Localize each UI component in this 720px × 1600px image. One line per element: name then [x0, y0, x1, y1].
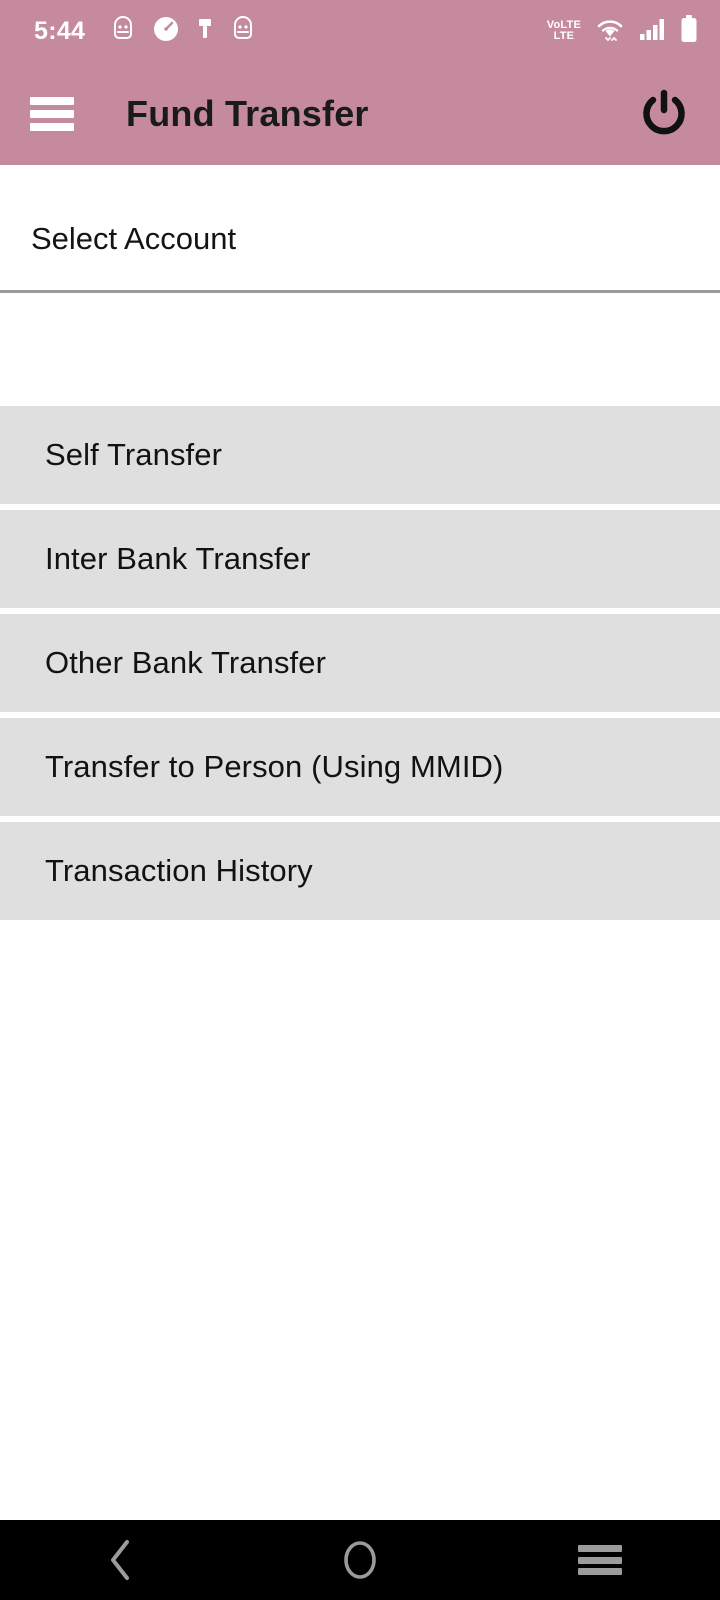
- app-notification-icon: [231, 15, 255, 47]
- wifi-icon: [594, 16, 626, 47]
- hamburger-bar: [30, 96, 74, 105]
- page-title: Fund Transfer: [126, 92, 369, 134]
- list-item-self-transfer[interactable]: Self Transfer: [0, 406, 720, 504]
- home-circle-icon[interactable]: [300, 1520, 420, 1600]
- empty-content-area: [0, 920, 720, 1520]
- back-chevron-icon[interactable]: [60, 1520, 180, 1600]
- hamburger-bar: [30, 122, 74, 131]
- app-bar: Fund Transfer: [0, 62, 720, 165]
- recents-bar: [578, 1545, 622, 1552]
- hamburger-bar: [30, 109, 74, 118]
- recents-icon[interactable]: [540, 1520, 660, 1600]
- app-notification-icon: [111, 15, 135, 47]
- recents-icon-bars: [578, 1545, 622, 1575]
- status-bar-clock: 5:44: [34, 16, 86, 45]
- speedometer-icon: [153, 16, 179, 47]
- list-item-other-bank-transfer[interactable]: Other Bank Transfer: [0, 614, 720, 712]
- android-navigation-bar: [0, 1520, 720, 1600]
- status-bar-system-icons: VoLTE LTE: [547, 14, 698, 48]
- status-bar: 5:44 VoLTE LTE: [0, 0, 720, 62]
- list-item-transaction-history[interactable]: Transaction History: [0, 822, 720, 920]
- content-spacer: [0, 293, 720, 406]
- transfer-options-list: Self Transfer Inter Bank Transfer Other …: [0, 406, 720, 920]
- list-item-label: Self Transfer: [45, 437, 223, 472]
- list-item-label: Other Bank Transfer: [45, 645, 327, 680]
- recents-bar: [578, 1556, 622, 1564]
- power-icon[interactable]: [636, 86, 692, 142]
- select-account-section[interactable]: Select Account: [0, 165, 720, 290]
- list-item-label: Transaction History: [45, 853, 313, 888]
- paintbrush-icon: [197, 17, 213, 46]
- list-item-label: Transfer to Person (Using MMID): [45, 749, 504, 784]
- select-account-label: Select Account: [31, 221, 237, 256]
- recents-bar: [578, 1568, 622, 1575]
- phone-screen: 5:44 VoLTE LTE Fund Transfer Select Acco…: [0, 0, 720, 1600]
- volte-icon: VoLTE LTE: [547, 20, 581, 42]
- list-item-transfer-to-person-mmid[interactable]: Transfer to Person (Using MMID): [0, 718, 720, 816]
- list-item-inter-bank-transfer[interactable]: Inter Bank Transfer: [0, 510, 720, 608]
- cellular-signal-icon: [639, 16, 667, 47]
- list-item-label: Inter Bank Transfer: [45, 541, 311, 576]
- status-bar-notification-icons: [111, 15, 255, 47]
- volte-icon-line2: LTE: [553, 30, 575, 42]
- battery-icon: [680, 14, 698, 48]
- hamburger-menu-icon[interactable]: [30, 96, 74, 131]
